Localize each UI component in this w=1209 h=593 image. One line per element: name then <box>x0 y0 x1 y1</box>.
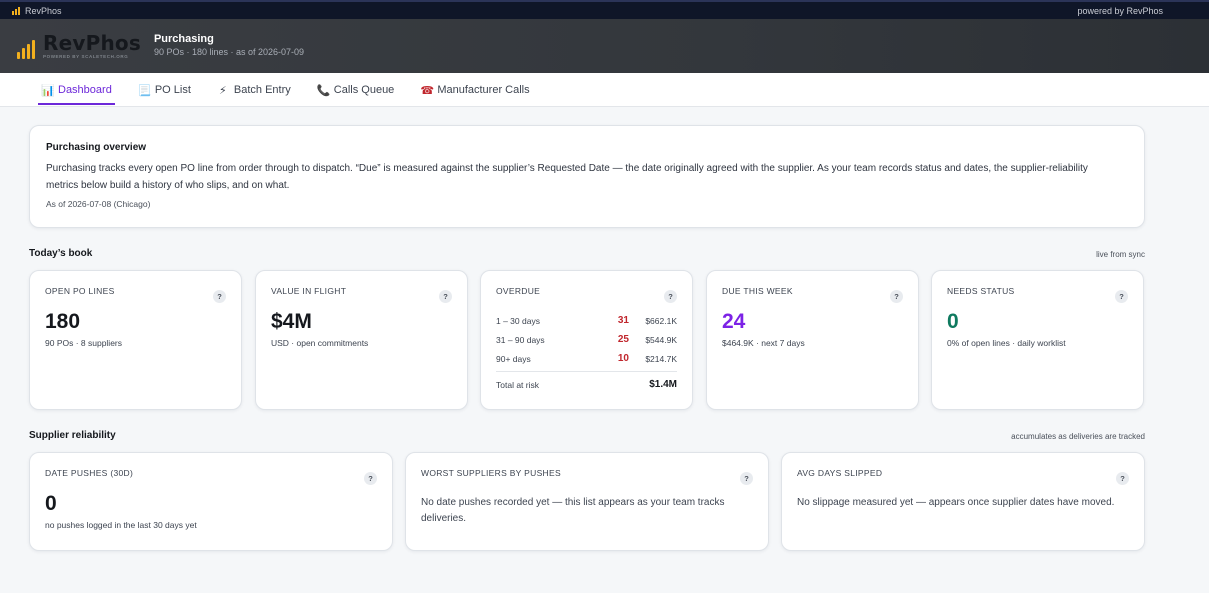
overview-title: Purchasing overview <box>46 142 147 153</box>
overdue-total-value: $1.4M <box>649 379 677 390</box>
phone-icon: 📞 <box>316 84 331 97</box>
stat-label: NEEDS STATUS <box>947 286 1015 296</box>
date-pushes-card: DATE PUSHES (30D) ? 0 no pushes logged i… <box>29 452 393 551</box>
revphos-logo-icon <box>12 6 20 15</box>
value-in-flight-card: VALUE IN FLIGHT ? $4M USD · open commitm… <box>255 270 468 410</box>
supplier-reliability-note: accumulates as deliveries are tracked <box>1011 432 1145 441</box>
stat-value: 180 <box>45 310 81 333</box>
open-po-lines-card: OPEN PO LINES ? 180 90 POs · 8 suppliers <box>29 270 242 410</box>
top-bar-brand: RevPhos <box>12 6 62 16</box>
overdue-row: 90+ days 10 $214.7K <box>496 349 677 368</box>
overdue-total-row: Total at risk $1.4M <box>496 371 677 390</box>
overdue-amount: $544.9K <box>645 334 677 345</box>
tab-dashboard[interactable]: 📊 Dashboard <box>38 73 115 107</box>
overdue-row: 1 – 30 days 31 $662.1K <box>496 311 677 330</box>
page-meta: 90 POs · 180 lines · as of 2026-07-09 <box>153 46 305 57</box>
needs-status-card: NEEDS STATUS ? 0 0% of open lines · dail… <box>931 270 1144 410</box>
stat-value: 0 <box>947 310 959 333</box>
brand-logo[interactable]: RevPhos POWERED BY SCALETECH.ORG <box>17 33 141 59</box>
due-this-week-card: DUE THIS WEEK ? 24 $464.9K · next 7 days <box>706 270 919 410</box>
page-title: Purchasing <box>153 32 214 45</box>
tab-batch-entry[interactable]: ⚡ Batch Entry <box>214 73 294 107</box>
overdue-count: 25 <box>617 334 629 345</box>
page-heading: Purchasing 90 POs · 180 lines · as of 20… <box>154 33 304 57</box>
overdue-total-label: Total at risk <box>496 379 539 390</box>
top-bar-app-name: RevPhos <box>25 5 62 16</box>
tab-label: Batch Entry <box>233 84 291 96</box>
help-icon[interactable]: ? <box>664 290 677 303</box>
stat-value: 0 <box>45 492 57 515</box>
empty-state-text: No slippage measured yet — appears once … <box>797 497 1115 508</box>
avg-days-slipped-card: AVG DAYS SLIPPED ? No slippage measured … <box>781 452 1145 551</box>
tab-calls-queue[interactable]: 📞 Calls Queue <box>314 73 398 107</box>
help-icon[interactable]: ? <box>1115 290 1128 303</box>
empty-state-text: No date pushes recorded yet — this list … <box>421 497 725 524</box>
help-icon[interactable]: ? <box>1116 472 1129 485</box>
tab-po-list[interactable]: 📃 PO List <box>135 73 194 107</box>
stat-label: VALUE IN FLIGHT <box>271 286 347 296</box>
stat-label: OPEN PO LINES <box>45 286 115 296</box>
tab-label: Calls Queue <box>333 84 395 96</box>
stat-label: AVG DAYS SLIPPED <box>797 468 883 478</box>
overview-body: Purchasing tracks every open PO line fro… <box>46 163 1088 191</box>
tab-label: Dashboard <box>58 84 112 96</box>
help-icon[interactable]: ? <box>364 472 377 485</box>
brand-bars-icon <box>17 39 35 59</box>
stat-label: DUE THIS WEEK <box>722 286 793 296</box>
overdue-amount: $214.7K <box>645 353 677 364</box>
overdue-row: 31 – 90 days 25 $544.9K <box>496 330 677 349</box>
overdue-range: 31 – 90 days <box>496 334 545 345</box>
stat-sub: no pushes logged in the last 30 days yet <box>45 520 197 530</box>
help-icon[interactable]: ? <box>740 472 753 485</box>
stat-sub: $464.9K · next 7 days <box>722 338 805 348</box>
overdue-count: 10 <box>617 353 629 364</box>
todays-book-note: live from sync <box>1096 250 1145 259</box>
app-header: RevPhos POWERED BY SCALETECH.ORG Purchas… <box>0 19 1209 73</box>
overview-asof: As of 2026-07-08 (Chicago) <box>46 199 151 209</box>
purchasing-overview-card: Purchasing overview Purchasing tracks ev… <box>29 125 1145 228</box>
stat-sub: 90 POs · 8 suppliers <box>45 338 123 348</box>
bar-chart-icon: 📊 <box>41 84 55 97</box>
brand-name: RevPhos <box>43 31 141 55</box>
help-icon[interactable]: ? <box>439 290 452 303</box>
stat-label: WORST SUPPLIERS BY PUSHES <box>421 468 561 478</box>
tab-manufacturer-calls[interactable]: ☎ Manufacturer Calls <box>417 73 532 107</box>
stat-sub: USD · open commitments <box>271 338 369 348</box>
overdue-amount: $662.1K <box>645 315 677 326</box>
stat-sub: 0% of open lines · daily worklist <box>947 338 1066 348</box>
stat-value: $4M <box>271 310 312 333</box>
top-bar: RevPhos powered by RevPhos <box>0 0 1209 19</box>
help-icon[interactable]: ? <box>213 290 226 303</box>
lightning-icon: ⚡ <box>219 84 227 97</box>
supplier-reliability-heading: Supplier reliability <box>29 430 116 441</box>
stat-value: 24 <box>722 310 746 333</box>
document-icon: 📃 <box>137 84 152 97</box>
overdue-range: 1 – 30 days <box>496 315 540 326</box>
overdue-card: OVERDUE ? 1 – 30 days 31 $662.1K 31 – 90… <box>480 270 693 410</box>
overdue-range: 90+ days <box>496 353 531 364</box>
help-icon[interactable]: ? <box>890 290 903 303</box>
powered-by-text: powered by RevPhos <box>1077 5 1163 16</box>
todays-book-heading: Today’s book <box>29 248 93 259</box>
telephone-icon: ☎ <box>420 84 435 97</box>
brand-subtitle: POWERED BY SCALETECH.ORG <box>43 54 129 59</box>
tab-label: Manufacturer Calls <box>437 84 530 96</box>
nav-tabs: 📊 Dashboard 📃 PO List ⚡ Batch Entry 📞 Ca… <box>0 73 1209 107</box>
overdue-breakdown: 1 – 30 days 31 $662.1K 31 – 90 days 25 $… <box>496 311 677 390</box>
overdue-count: 31 <box>617 315 629 326</box>
stat-label: DATE PUSHES (30D) <box>45 468 134 478</box>
tab-label: PO List <box>154 84 191 96</box>
stat-label: OVERDUE <box>496 286 541 296</box>
worst-suppliers-card: WORST SUPPLIERS BY PUSHES ? No date push… <box>405 452 769 551</box>
